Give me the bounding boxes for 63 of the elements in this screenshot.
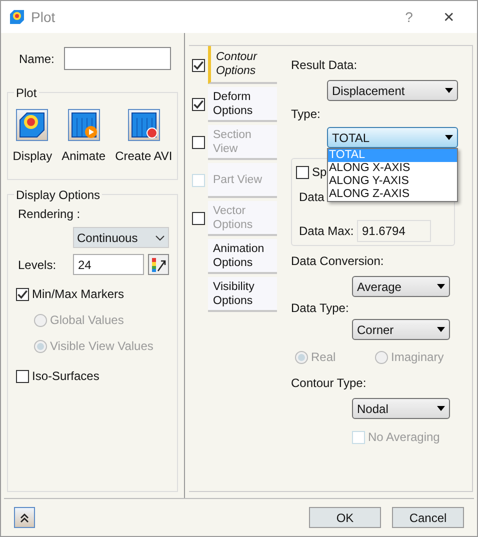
window-title: Plot <box>31 8 56 26</box>
side-tab[interactable]: Visibility Options <box>208 277 277 312</box>
dropdown[interactable]: Displacement <box>327 80 458 101</box>
plot-tool-button[interactable]: Animate <box>62 109 106 165</box>
radio-button[interactable] <box>375 350 388 364</box>
checkbox[interactable] <box>16 370 29 382</box>
mesh-record-icon <box>128 110 159 140</box>
side-tab[interactable]: Contour Options <box>208 46 277 84</box>
dropdown[interactable]: Average <box>352 276 450 297</box>
radio-label: Visible View Values <box>50 338 154 355</box>
field-label: Result Data: <box>291 57 358 74</box>
caret-icon <box>445 135 453 140</box>
contour-block-icon <box>17 110 48 140</box>
color-scale-button[interactable] <box>148 254 169 275</box>
radio-label: Imaginary <box>391 349 444 366</box>
name-field[interactable] <box>64 47 172 70</box>
dropdown[interactable]: Nodal <box>352 398 450 419</box>
dropdown[interactable]: TOTAL <box>327 127 458 148</box>
field-label: Data Conversion: <box>291 253 385 270</box>
caret-icon <box>437 327 445 332</box>
checkbox-label: Sp <box>312 164 327 181</box>
double-chevron-up-icon <box>20 512 29 522</box>
dialog-button[interactable]: Cancel <box>392 507 464 528</box>
dropdown[interactable]: Corner <box>352 319 450 340</box>
radio-button[interactable] <box>295 350 308 364</box>
dropdown-option[interactable]: ALONG Y-AXIS <box>328 175 457 188</box>
side-tab[interactable]: Animation Options <box>208 239 277 274</box>
rendering-dropdown[interactable]: Continuous <box>73 227 169 248</box>
levels-field[interactable]: 24 <box>73 254 144 275</box>
checkbox[interactable] <box>296 166 309 178</box>
checkbox[interactable] <box>16 288 29 300</box>
data-min-label: Data <box>299 189 324 206</box>
radio-label: Global Values <box>50 312 124 329</box>
caret-icon <box>437 284 445 289</box>
side-tab[interactable]: Deform Options <box>208 87 277 122</box>
plot-tool-button[interactable]: Create AVI <box>115 109 172 165</box>
checkbox[interactable] <box>192 58 205 72</box>
field-label: Data Type: <box>291 300 350 317</box>
checkbox[interactable] <box>192 98 205 111</box>
checkbox-label: Iso-Surfaces <box>32 368 100 385</box>
checkbox-label: Min/Max Markers <box>32 286 124 303</box>
mesh-play-icon <box>68 110 99 140</box>
color-scale-icon <box>150 256 166 272</box>
name-label: Name: <box>19 50 54 68</box>
dialog-button[interactable]: OK <box>309 507 381 528</box>
field-label: Contour Type: <box>291 375 368 392</box>
dropdown-option[interactable]: ALONG X-AXIS <box>328 162 457 175</box>
caret-icon <box>437 406 445 411</box>
levels-label: Levels: <box>18 256 58 274</box>
app-icon <box>9 9 25 25</box>
help-button[interactable]: ? <box>389 6 429 28</box>
caret-icon <box>445 88 453 93</box>
data-max-field[interactable]: 91.6794 <box>357 220 431 242</box>
plot-tool-button[interactable]: Display <box>12 109 52 165</box>
radio-label: Real <box>311 349 336 366</box>
close-button[interactable]: ✕ <box>429 6 469 28</box>
chevron-icon <box>155 234 165 240</box>
checkbox-label: No Averaging <box>368 429 440 446</box>
data-max-label: Data Max: <box>299 223 355 240</box>
collapse-button[interactable] <box>14 507 35 528</box>
rendering-label: Rendering : <box>18 206 82 223</box>
dropdown-option[interactable]: ALONG Z-AXIS <box>328 188 457 201</box>
field-label: Type: <box>291 106 322 123</box>
